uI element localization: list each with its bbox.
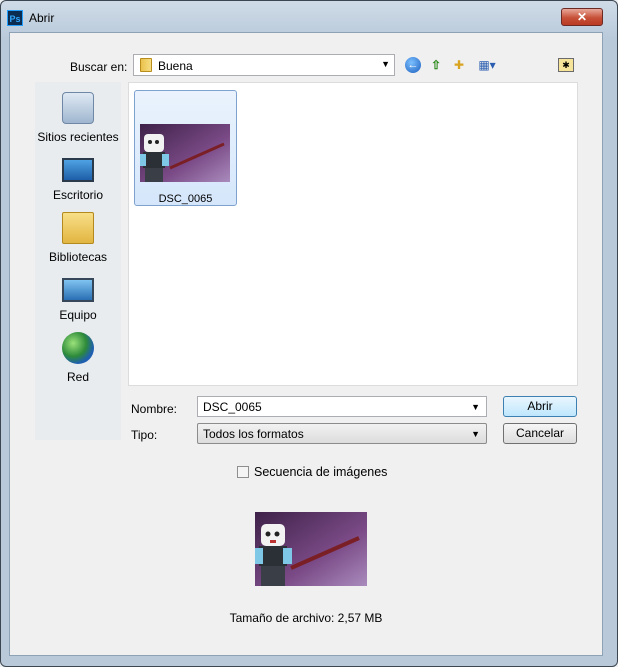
- file-size-text: Tamaño de archivo: 2,57 MB: [229, 611, 383, 625]
- file-name-input[interactable]: DSC_0065 ▼: [197, 396, 487, 417]
- image-sequence-label: Secuencia de imágenes: [254, 465, 388, 479]
- recent-places-icon: [62, 92, 94, 124]
- place-computer[interactable]: Equipo: [35, 272, 121, 322]
- place-label: Red: [66, 370, 89, 384]
- file-name-value: DSC_0065: [203, 400, 262, 414]
- look-in-label: Buscar en:: [70, 60, 128, 74]
- place-recent[interactable]: Sitios recientes: [35, 92, 121, 144]
- look-in-value: Buena: [158, 59, 193, 73]
- image-thumbnail: [140, 124, 230, 182]
- open-dialog-window: Ps Abrir ✕ Buscar en: Buena ▼ ← ⇧ ✚ ▦▾ ✱…: [0, 0, 618, 667]
- file-type-label: Tipo:: [131, 428, 158, 442]
- place-desktop[interactable]: Escritorio: [35, 152, 121, 202]
- image-sequence-checkbox[interactable]: [237, 466, 249, 478]
- place-label: Bibliotecas: [48, 250, 108, 264]
- place-label: Sitios recientes: [37, 130, 119, 144]
- place-libraries[interactable]: Bibliotecas: [35, 212, 121, 264]
- views-menu-icon[interactable]: ▦▾: [474, 57, 500, 73]
- folder-icon: [140, 58, 152, 72]
- title-bar: Ps Abrir ✕: [1, 1, 617, 33]
- place-network[interactable]: Red: [35, 332, 121, 384]
- computer-icon: [62, 278, 94, 302]
- photoshop-app-icon: Ps: [7, 10, 23, 26]
- new-folder-icon[interactable]: ✚: [451, 57, 467, 73]
- file-name: DSC_0065: [158, 193, 213, 205]
- file-list[interactable]: DSC_0065: [128, 82, 578, 386]
- place-label: Equipo: [59, 308, 97, 322]
- close-button[interactable]: ✕: [561, 8, 603, 26]
- file-name-label: Nombre:: [131, 402, 178, 416]
- window-title: Abrir: [29, 11, 55, 25]
- chevron-down-icon: ▼: [381, 59, 390, 69]
- file-type-value: Todos los formatos: [203, 427, 304, 441]
- extra-folder-icon[interactable]: ✱: [558, 58, 574, 72]
- cancel-button[interactable]: Cancelar: [503, 423, 577, 444]
- file-type-select[interactable]: Todos los formatos ▼: [197, 423, 487, 444]
- network-icon: [62, 332, 94, 364]
- back-icon[interactable]: ←: [405, 57, 421, 73]
- file-item[interactable]: DSC_0065: [134, 90, 237, 206]
- image-preview: [255, 512, 367, 586]
- up-folder-icon[interactable]: ⇧: [428, 57, 444, 73]
- open-button[interactable]: Abrir: [503, 396, 577, 417]
- libraries-icon: [62, 212, 94, 244]
- place-label: Escritorio: [52, 188, 103, 202]
- places-bar: Sitios recientes Escritorio Bibliotecas …: [35, 82, 121, 440]
- look-in-dropdown[interactable]: Buena ▼: [133, 54, 395, 76]
- chevron-down-icon[interactable]: ▼: [471, 402, 480, 412]
- chevron-down-icon: ▼: [471, 429, 480, 439]
- dialog-body: Buscar en: Buena ▼ ← ⇧ ✚ ▦▾ ✱ Sitios rec…: [9, 32, 603, 656]
- desktop-icon: [62, 158, 94, 182]
